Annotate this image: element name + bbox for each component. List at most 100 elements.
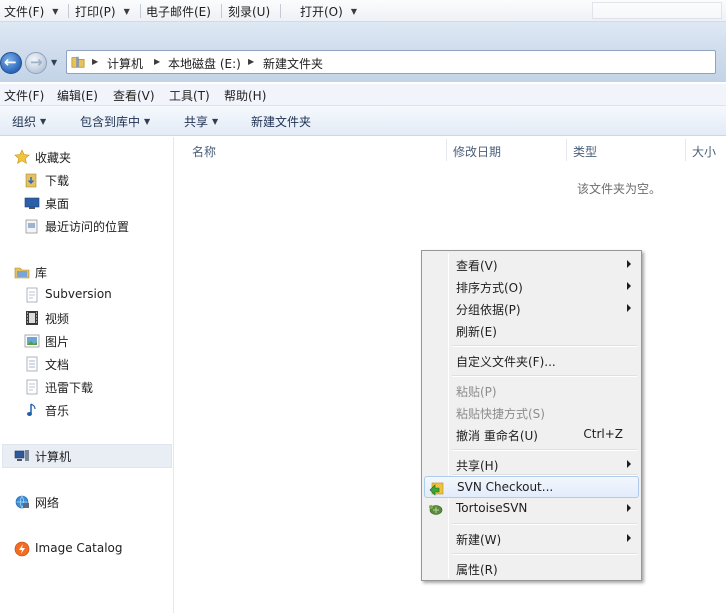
context-menu-sort-by[interactable]: 排序方式(O): [424, 276, 639, 298]
navigation-pane: 收藏夹 下载 桌面 最近访问的位置 库 Subversion 视频 图片 文档 …: [0, 137, 174, 613]
menu-separator: [452, 553, 637, 555]
breadcrumb-computer[interactable]: 计算机: [107, 55, 143, 72]
separator: [139, 4, 141, 18]
nav-music-label: 音乐: [45, 404, 70, 418]
context-menu-new[interactable]: 新建(W): [424, 528, 639, 550]
context-menu-svn-checkout[interactable]: SVN Checkout...: [424, 476, 639, 498]
separator: [280, 4, 282, 18]
new-folder-button[interactable]: 新建文件夹: [251, 113, 311, 130]
submenu-arrow-icon: [627, 260, 631, 268]
new-folder-label: 新建文件夹: [251, 115, 312, 129]
outer-menubar: 文件(F) ▼ 打印(P) ▼ 电子邮件(E) 刻录(U) 打开(O) ▼: [0, 0, 726, 22]
context-menu-paste-shortcut-label: 粘贴快捷方式(S): [456, 407, 545, 421]
menu-tools[interactable]: 工具(T): [169, 87, 210, 104]
context-menu-tortoisesvn[interactable]: TortoiseSVN: [424, 498, 639, 520]
submenu-arrow-icon: [627, 460, 631, 468]
outer-menu-print-label: 打印(P): [75, 5, 116, 19]
details-column-header: 名称 修改日期 类型 大小: [175, 137, 726, 163]
chevron-down-icon: ▼: [52, 7, 59, 16]
menu-help[interactable]: 帮助(H): [224, 87, 266, 104]
context-menu-undo-rename-label: 撤消 重命名(U): [456, 429, 538, 443]
nav-image-catalog-label: Image Catalog: [35, 541, 123, 555]
nav-computer-label: 计算机: [35, 450, 72, 464]
document-library-icon: [26, 379, 38, 395]
column-divider[interactable]: [685, 139, 686, 161]
context-menu-undo-rename[interactable]: 撤消 重命名(U) Ctrl+Z: [424, 424, 639, 446]
context-menu-properties[interactable]: 属性(R): [424, 558, 639, 580]
organize-button[interactable]: 组织 ▼: [12, 113, 46, 130]
tortoisesvn-icon: [429, 505, 443, 515]
outer-menu-file[interactable]: 文件(F) ▼: [4, 3, 70, 20]
outer-menu-email-label: 电子邮件(E): [146, 5, 211, 19]
column-divider[interactable]: [446, 139, 447, 161]
context-menu-group-by[interactable]: 分组依据(P): [424, 298, 639, 320]
submenu-arrow-icon: [627, 282, 631, 290]
outer-menu-open[interactable]: 打开(O) ▼: [300, 3, 357, 20]
context-menu-sort-by-label: 排序方式(O): [456, 281, 523, 295]
breadcrumb-arrow-icon[interactable]: ▶: [92, 57, 98, 66]
menu-file[interactable]: 文件(F): [4, 87, 44, 104]
context-menu-paste-shortcut[interactable]: 粘贴快捷方式(S): [424, 402, 639, 424]
nav-network-label: 网络: [35, 496, 60, 510]
address-bar[interactable]: ▶ 计算机 ▶ 本地磁盘 (E:) ▶ 新建文件夹: [66, 50, 716, 74]
svn-checkout-icon: [429, 482, 444, 496]
nav-favorites-label: 收藏夹: [35, 151, 72, 165]
column-header-type[interactable]: 类型: [573, 143, 597, 160]
breadcrumb-new-folder[interactable]: 新建文件夹: [263, 55, 323, 72]
outer-menu-open-label: 打开(O): [300, 5, 343, 19]
column-divider[interactable]: [566, 139, 567, 161]
context-menu-view-label: 查看(V): [456, 259, 498, 273]
context-menu: 查看(V) 排序方式(O) 分组依据(P) 刷新(E) 自定义文件夹(F)...…: [421, 250, 642, 581]
share-button[interactable]: 共享 ▼: [184, 113, 218, 130]
outer-menu-file-label: 文件(F): [4, 5, 45, 19]
downloads-folder-icon: [25, 173, 37, 188]
context-menu-paste-label: 粘贴(P): [456, 385, 497, 399]
context-menu-refresh[interactable]: 刷新(E): [424, 320, 639, 342]
submenu-arrow-icon: [627, 504, 631, 512]
include-in-library-label: 包含到库中: [80, 115, 141, 129]
nav-desktop-label: 桌面: [45, 197, 70, 211]
submenu-arrow-icon: [627, 534, 631, 542]
outer-menu-print[interactable]: 打印(P) ▼: [75, 3, 141, 20]
separator: [68, 4, 70, 18]
back-button[interactable]: [0, 52, 22, 74]
context-menu-paste[interactable]: 粘贴(P): [424, 380, 639, 402]
nav-pictures-label: 图片: [45, 335, 70, 349]
context-menu-share[interactable]: 共享(H): [424, 454, 639, 476]
context-menu-share-label: 共享(H): [456, 459, 499, 473]
outer-menu-burn[interactable]: 刻录(U): [228, 3, 282, 20]
menu-view[interactable]: 查看(V): [113, 87, 155, 104]
breadcrumb-drive-e[interactable]: 本地磁盘 (E:): [168, 55, 241, 72]
forward-button[interactable]: [25, 52, 47, 74]
pictures-icon: [24, 334, 40, 348]
context-menu-tortoisesvn-label: TortoiseSVN: [456, 501, 528, 515]
context-menu-group-by-label: 分组依据(P): [456, 303, 521, 317]
document-library-icon: [26, 287, 38, 303]
share-label: 共享: [184, 115, 209, 129]
chevron-down-icon: ▼: [123, 7, 130, 16]
column-header-date-modified[interactable]: 修改日期: [453, 143, 501, 160]
outer-menu-burn-label: 刻录(U): [228, 5, 271, 19]
nav-libraries-label: 库: [35, 266, 48, 280]
context-menu-customize-folder[interactable]: 自定义文件夹(F)...: [424, 350, 639, 372]
include-in-library-button[interactable]: 包含到库中 ▼: [80, 113, 150, 130]
chevron-down-icon: ▼: [144, 117, 151, 126]
history-dropdown-icon[interactable]: ▼: [51, 58, 57, 67]
outer-search-box[interactable]: [592, 2, 722, 19]
video-icon: [26, 311, 38, 325]
context-menu-customize-folder-label: 自定义文件夹(F)...: [456, 355, 556, 369]
column-header-size[interactable]: 大小: [692, 143, 716, 160]
network-icon: [15, 495, 29, 509]
recent-places-icon: [25, 219, 38, 234]
computer-icon: [14, 450, 29, 461]
music-note-icon: [27, 403, 36, 416]
organize-label: 组织: [12, 115, 37, 129]
outer-menu-email[interactable]: 电子邮件(E): [146, 3, 222, 20]
breadcrumb-arrow-icon[interactable]: ▶: [154, 57, 160, 66]
menu-bar: 文件(F) 编辑(E) 查看(V) 工具(T) 帮助(H): [0, 84, 726, 106]
column-header-name[interactable]: 名称: [192, 143, 216, 160]
menu-edit[interactable]: 编辑(E): [57, 87, 98, 104]
breadcrumb-arrow-icon[interactable]: ▶: [248, 57, 254, 66]
chevron-down-icon: ▼: [350, 7, 357, 16]
context-menu-view[interactable]: 查看(V): [424, 254, 639, 276]
